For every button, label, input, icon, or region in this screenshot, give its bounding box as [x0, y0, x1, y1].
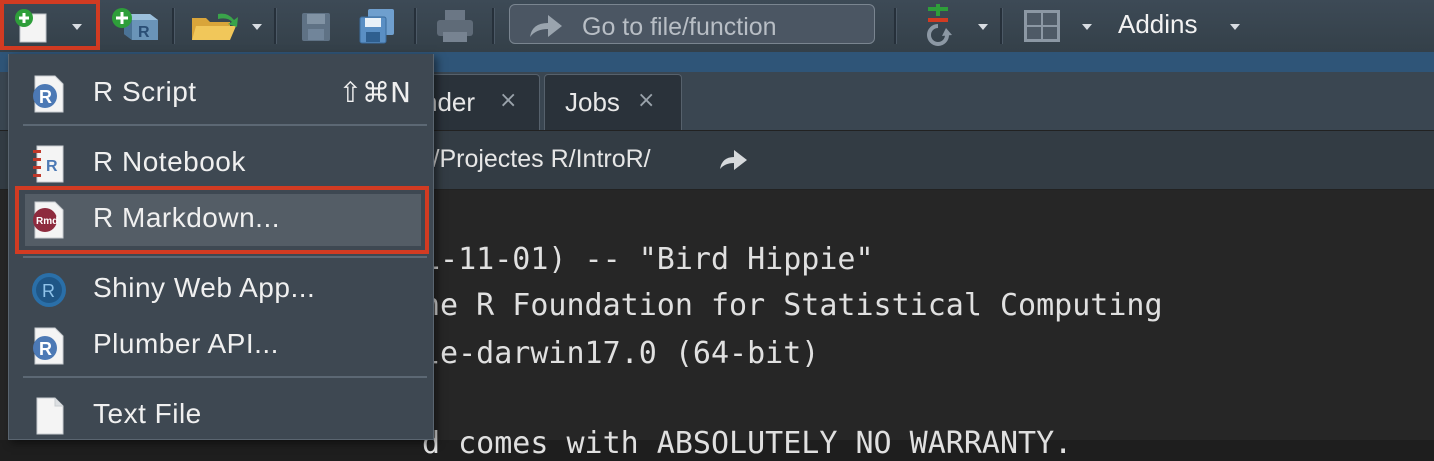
toolbar-separator: [894, 8, 897, 44]
save-all-icon: [359, 9, 394, 44]
tab-label: Jobs: [565, 87, 620, 117]
menu-item-label: Shiny Web App...: [93, 272, 316, 303]
vcs-dropdown-caret[interactable]: [978, 24, 988, 30]
pane-layout-dropdown-caret[interactable]: [1082, 24, 1092, 30]
menu-item-shiny-web-app[interactable]: R Shiny Web App...: [9, 262, 433, 318]
menu-item-label: R Notebook: [93, 146, 246, 177]
keyboard-shortcut: ⇧⌘N: [338, 76, 411, 109]
svg-text:R: R: [46, 158, 58, 175]
open-file-dropdown-caret[interactable]: [252, 24, 262, 30]
svg-text:R: R: [42, 281, 55, 301]
menu-item-r-notebook[interactable]: R R Notebook: [9, 136, 433, 192]
pane-layout-button[interactable]: [1020, 8, 1064, 44]
new-project-button[interactable]: R: [110, 6, 162, 46]
new-file-menu: R R Script ⇧⌘N R R Notebook Rmd R Markdo…: [8, 54, 434, 440]
close-icon[interactable]: ×: [499, 88, 517, 113]
shiny-icon: R: [32, 273, 66, 307]
addins-dropdown-caret[interactable]: [1230, 24, 1240, 30]
menu-item-r-script[interactable]: R R Script ⇧⌘N: [9, 66, 433, 122]
menu-item-label: Plumber API...: [93, 328, 279, 359]
save-icon: [302, 13, 330, 41]
menu-item-text-file[interactable]: Text File: [9, 388, 433, 444]
plumber-icon: R: [33, 327, 64, 365]
console-line: he R Foundation for Statistical Computin…: [422, 288, 1163, 323]
toolbar-separator: [414, 8, 417, 44]
open-file-button[interactable]: [188, 8, 244, 44]
vcs-icon: [927, 4, 952, 46]
goto-arrow-icon: [530, 15, 562, 37]
r-notebook-icon: R: [33, 145, 64, 183]
goto-file-function-input[interactable]: Go to file/function: [509, 4, 875, 44]
menu-separator: [23, 256, 427, 258]
tab-jobs[interactable]: Jobs ×: [544, 74, 682, 130]
menu-item-label: R Script: [93, 76, 197, 107]
print-button[interactable]: [432, 8, 478, 44]
addins-menu[interactable]: Addins: [1118, 9, 1198, 40]
goto-placeholder: Go to file/function: [582, 13, 777, 41]
console-line: 1-11-01) -- "Bird Hippie": [422, 242, 874, 277]
menu-item-r-markdown[interactable]: Rmd R Markdown...: [9, 186, 433, 254]
toolbar-separator: [274, 8, 277, 44]
svg-text:R: R: [138, 24, 150, 41]
printer-icon: [437, 10, 473, 42]
close-icon[interactable]: ×: [637, 88, 655, 113]
console-line: le-darwin17.0 (64-bit): [422, 336, 820, 371]
menu-separator: [23, 376, 427, 378]
menu-separator: [23, 124, 427, 126]
grid-layout-icon: [1024, 10, 1060, 42]
menu-item-plumber-api[interactable]: R Plumber API...: [9, 318, 433, 374]
main-toolbar: R Go to file/function Addins: [0, 0, 1434, 53]
menu-item-label: Text File: [93, 398, 202, 429]
toolbar-separator: [172, 8, 175, 44]
new-file-highlight: [0, 0, 100, 50]
save-button[interactable]: [296, 10, 336, 44]
go-to-directory-icon[interactable]: [718, 147, 750, 171]
console-line: d comes with ABSOLUTELY NO WARRANTY.: [422, 426, 1073, 461]
toolbar-separator: [1000, 8, 1003, 44]
version-control-button[interactable]: [918, 4, 962, 48]
working-directory-path: s/Projectes R/IntroR/: [420, 145, 651, 173]
svg-text:R: R: [39, 87, 52, 107]
new-project-icon: R: [112, 8, 158, 41]
r-markdown-highlight: [15, 186, 429, 254]
toolbar-separator: [492, 8, 495, 44]
svg-text:R: R: [39, 339, 52, 359]
text-file-icon: [36, 397, 64, 435]
r-script-icon: R: [33, 75, 64, 113]
save-all-button[interactable]: [354, 6, 400, 46]
folder-open-icon: [192, 13, 238, 40]
